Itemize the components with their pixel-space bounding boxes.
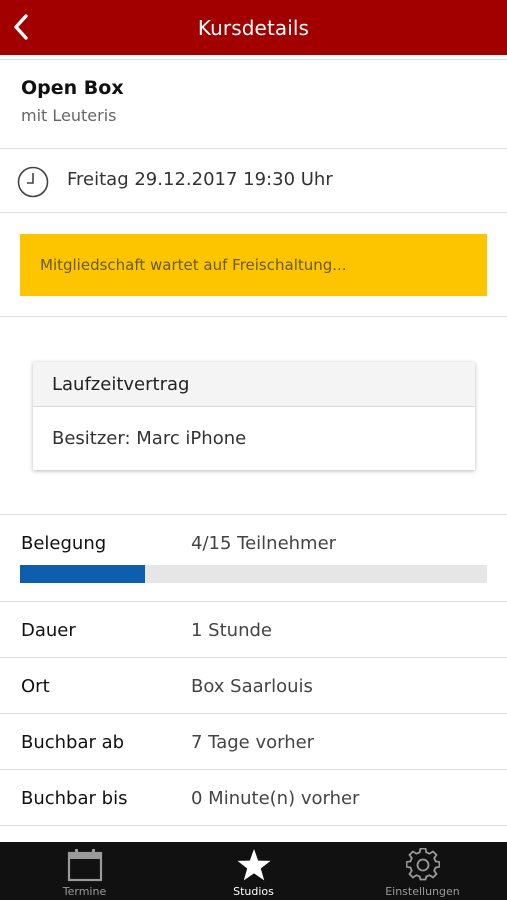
header-bar: Kursdetails (0, 0, 507, 55)
clock-icon (17, 166, 49, 198)
divider (0, 769, 507, 770)
contract-owner: Besitzer: Marc iPhone (52, 428, 247, 449)
divider (0, 601, 507, 602)
bookable-until-value: 0 Minute(n) vorher (191, 788, 360, 809)
tab-termine[interactable]: Termine (0, 842, 169, 900)
course-name: Open Box (21, 77, 124, 99)
contract-title: Laufzeitvertrag (52, 373, 190, 395)
contract-card-header: Laufzeitvertrag (33, 362, 475, 407)
tab-label: Studios (233, 885, 274, 898)
tab-bar: Termine Studios Einstellungen (0, 842, 507, 900)
calendar-icon (67, 849, 102, 882)
tab-studios[interactable]: Studios (169, 842, 338, 900)
duration-label: Dauer (21, 620, 76, 641)
divider (0, 316, 507, 317)
divider (0, 825, 507, 826)
duration-value: 1 Stunde (191, 620, 272, 641)
divider (0, 657, 507, 658)
occupancy-progress-fill (20, 565, 145, 583)
schedule-row: Freitag 29.12.2017 19:30 Uhr (0, 150, 507, 212)
divider (0, 212, 507, 213)
course-trainer: mit Leuteris (21, 106, 117, 125)
occupancy-progress-bar (20, 565, 487, 583)
tab-einstellungen[interactable]: Einstellungen (338, 842, 507, 900)
occupancy-label: Belegung (21, 533, 107, 554)
bookable-from-label: Buchbar ab (21, 732, 125, 753)
bookable-until-label: Buchbar bis (21, 788, 128, 809)
membership-notice: Mitgliedschaft wartet auf Freischaltung.… (20, 234, 487, 296)
location-label: Ort (21, 676, 50, 697)
schedule-datetime: Freitag 29.12.2017 19:30 Uhr (67, 169, 333, 190)
bookable-from-value: 7 Tage vorher (191, 732, 315, 753)
tab-label: Termine (62, 885, 107, 898)
chevron-left-icon (14, 14, 28, 40)
divider (0, 713, 507, 714)
divider (0, 514, 507, 515)
page-title: Kursdetails (197, 15, 310, 40)
app-screen: Kursdetails Open Box mit Leuteris Freita… (0, 0, 507, 900)
location-value: Box Saarlouis (191, 676, 313, 697)
divider (0, 148, 507, 149)
contract-card-body: Besitzer: Marc iPhone (33, 407, 475, 470)
tab-label: Einstellungen (385, 885, 460, 898)
contract-card[interactable]: Laufzeitvertrag Besitzer: Marc iPhone (33, 362, 475, 470)
membership-notice-text: Mitgliedschaft wartet auf Freischaltung.… (40, 256, 347, 274)
occupancy-value: 4/15 Teilnehmer (191, 533, 337, 554)
star-icon (237, 849, 270, 881)
back-button[interactable] (6, 10, 36, 44)
gear-icon (405, 848, 440, 881)
divider (0, 59, 507, 60)
